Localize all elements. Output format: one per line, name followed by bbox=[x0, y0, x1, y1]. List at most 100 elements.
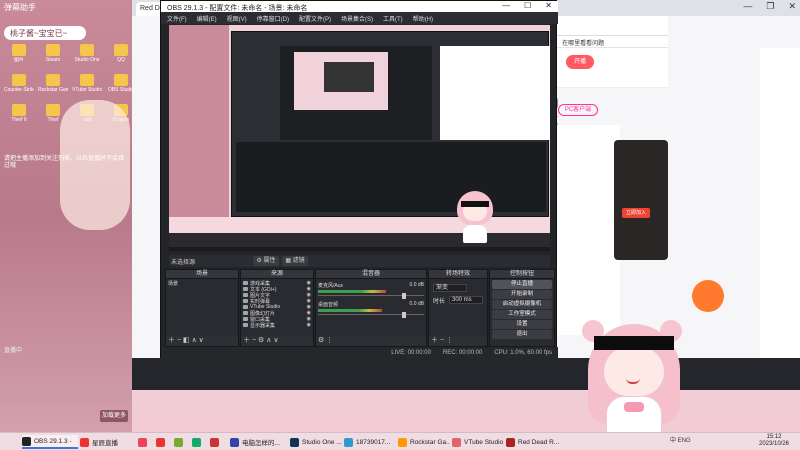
desktop-icon[interactable]: Rockstar Games bbox=[38, 74, 68, 100]
filters-button[interactable]: ▦ 滤镜 bbox=[282, 256, 308, 266]
taskbar-app-icon bbox=[230, 437, 239, 447]
sunglasses-icon bbox=[461, 201, 489, 207]
taskbar-item[interactable]: OBS 29.1.3 - bbox=[22, 435, 78, 449]
obs-menu-item[interactable]: 场景集合(S) bbox=[341, 14, 373, 23]
add-icon[interactable]: ＋ bbox=[431, 337, 438, 344]
source-type-icon bbox=[243, 299, 248, 303]
taskbar-item[interactable] bbox=[174, 435, 190, 449]
add-icon[interactable]: ＋ bbox=[168, 337, 175, 344]
obs-menu-item[interactable]: 停靠窗口(D) bbox=[257, 14, 289, 23]
controls-header: 控制按钮 bbox=[490, 270, 554, 279]
move-down-icon[interactable]: ∨ bbox=[273, 337, 278, 344]
transition-type-select[interactable]: 渐变 bbox=[433, 284, 467, 292]
desktop-icon[interactable]: Thief II bbox=[4, 104, 34, 130]
volume-slider[interactable] bbox=[318, 312, 424, 318]
control-button-3[interactable]: 工作室模式 bbox=[492, 310, 552, 319]
control-button-5[interactable]: 退出 bbox=[492, 330, 552, 339]
obs-title: OBS 29.1.3 - 配置文件: 未命名 - 场景: 未命名 bbox=[167, 5, 308, 12]
transitions-dock: 转场特效 渐变 时长 300 ms ＋ − ⋮ bbox=[428, 269, 488, 347]
bookmark-item[interactable]: 在哪里看看问题 bbox=[562, 38, 604, 47]
obs-menu-item[interactable]: 编辑(E) bbox=[197, 14, 217, 23]
obs-menu-item[interactable]: 视图(V) bbox=[227, 14, 247, 23]
mixer-settings-icon[interactable]: ⚙ bbox=[318, 337, 324, 344]
maximize-icon[interactable]: ☐ bbox=[524, 1, 531, 10]
source-item[interactable]: 显示器采集 ◉ bbox=[243, 322, 311, 329]
mixer-channels: 麦克风/Aux 0.0 dB 桌面音频 0.0 dB bbox=[316, 279, 426, 319]
minimize-icon[interactable]: — bbox=[502, 1, 510, 10]
taskbar-item[interactable] bbox=[138, 435, 154, 449]
taskbar-item[interactable] bbox=[192, 435, 208, 449]
taskbar-app-icon bbox=[506, 437, 515, 447]
add-icon[interactable]: ＋ bbox=[243, 337, 250, 344]
obs-status-bar: LIVE: 00:00:00 REC: 00:00:00 CPU: 1.0%, … bbox=[161, 347, 558, 359]
volume-slider-handle[interactable] bbox=[402, 293, 406, 299]
obs-menu-item[interactable]: 配置文件(P) bbox=[299, 14, 331, 23]
taskbar-item[interactable]: Studio One ... bbox=[290, 435, 342, 449]
close-icon[interactable]: ✕ bbox=[545, 1, 552, 10]
volume-meter bbox=[318, 309, 382, 312]
scenes-list: 场景 bbox=[166, 279, 238, 287]
obs-preview[interactable] bbox=[169, 25, 550, 251]
scene-item[interactable]: 场景 bbox=[168, 280, 236, 287]
obs-menu-item[interactable]: 工具(T) bbox=[383, 14, 403, 23]
visibility-eye-icon[interactable]: ◉ bbox=[307, 322, 311, 328]
desktop-icon-label: Rockstar Games bbox=[38, 87, 68, 93]
move-up-icon[interactable]: ∧ bbox=[266, 337, 271, 344]
minimize-icon[interactable]: — bbox=[743, 1, 752, 12]
control-button-1[interactable]: 开始录制 bbox=[492, 290, 552, 299]
taskbar-item[interactable] bbox=[210, 435, 226, 449]
featured-card[interactable] bbox=[614, 140, 668, 260]
desktop-icon[interactable]: Steam bbox=[38, 44, 68, 70]
move-down-icon[interactable]: ∨ bbox=[199, 337, 204, 344]
volume-slider[interactable] bbox=[318, 293, 424, 299]
desktop-icon[interactable]: VTube Studio bbox=[72, 74, 102, 100]
taskbar-item[interactable]: VTube Studio bbox=[452, 435, 504, 449]
desktop-icon[interactable]: Studio One bbox=[72, 44, 102, 70]
source-type-icon bbox=[243, 317, 248, 321]
taskbar-app-icon bbox=[290, 437, 299, 447]
duration-input[interactable]: 300 ms bbox=[449, 296, 483, 304]
taskbar-item[interactable]: 电脑怎样的... bbox=[230, 435, 288, 449]
system-tray[interactable]: 中 ENG bbox=[670, 435, 691, 444]
load-more-button[interactable]: 加载更多 bbox=[100, 410, 128, 422]
taskbar-item[interactable] bbox=[156, 435, 172, 449]
menu-icon[interactable]: ⋮ bbox=[446, 337, 453, 344]
taskbar-item[interactable]: 18739017... bbox=[344, 435, 396, 449]
remove-icon[interactable]: − bbox=[440, 337, 444, 344]
desktop-icon-label: Studio One bbox=[74, 57, 100, 63]
move-up-icon[interactable]: ∧ bbox=[192, 337, 197, 344]
transitions-dock-toolbar: ＋ − ⋮ bbox=[429, 336, 487, 346]
clock[interactable]: 15:12 2023/10/26 bbox=[752, 434, 796, 448]
properties-button[interactable]: ⚙ 属性 bbox=[253, 256, 279, 266]
filter-icon[interactable]: ◧ bbox=[183, 337, 190, 344]
control-button-0[interactable]: 停止直播 bbox=[492, 280, 552, 289]
obs-menu-item[interactable]: 文件(F) bbox=[167, 14, 187, 23]
taskbar-item[interactable]: Rockstar Ga... bbox=[398, 435, 450, 449]
settings-icon[interactable]: ⚙ bbox=[258, 337, 264, 344]
pc-client-button[interactable]: PC客户端 bbox=[558, 104, 598, 116]
rocket-icon[interactable] bbox=[692, 280, 724, 312]
mixer-channel: 麦克风/Aux 0.0 dB bbox=[318, 282, 424, 299]
close-icon[interactable]: ✕ bbox=[788, 1, 796, 12]
maximize-icon[interactable]: ❐ bbox=[766, 1, 774, 12]
background-dark-window bbox=[132, 358, 800, 390]
obs-source-toolbar: 未选择源 ⚙ 属性 ▦ 滤镜 bbox=[169, 255, 550, 267]
go-live-button[interactable]: 开播 bbox=[566, 55, 594, 69]
taskbar-item[interactable]: Red Dead R... bbox=[506, 435, 562, 449]
desktop-icon[interactable]: Counter-Strike 2 bbox=[4, 74, 34, 100]
app-icon bbox=[12, 74, 26, 86]
mixer-menu-icon[interactable]: ⋮ bbox=[326, 337, 333, 344]
volume-slider-handle[interactable] bbox=[402, 312, 406, 318]
preview-nested-canvas bbox=[294, 52, 388, 110]
no-source-selected-label: 未选择源 bbox=[171, 260, 196, 266]
taskbar-app-icon bbox=[80, 437, 89, 447]
remove-icon[interactable]: − bbox=[252, 337, 256, 344]
remove-icon[interactable]: − bbox=[177, 337, 181, 344]
taskbar-item[interactable]: 星辰直播 bbox=[80, 435, 136, 449]
desktop-icon[interactable]: 图片 bbox=[4, 44, 34, 70]
control-button-2[interactable]: 启动虚拟摄像机 bbox=[492, 300, 552, 309]
obs-menu-item[interactable]: 帮助(H) bbox=[413, 14, 433, 23]
control-button-4[interactable]: 设置 bbox=[492, 320, 552, 329]
join-button[interactable]: 立即加入 bbox=[622, 208, 650, 218]
preview-nested-window bbox=[324, 62, 374, 92]
